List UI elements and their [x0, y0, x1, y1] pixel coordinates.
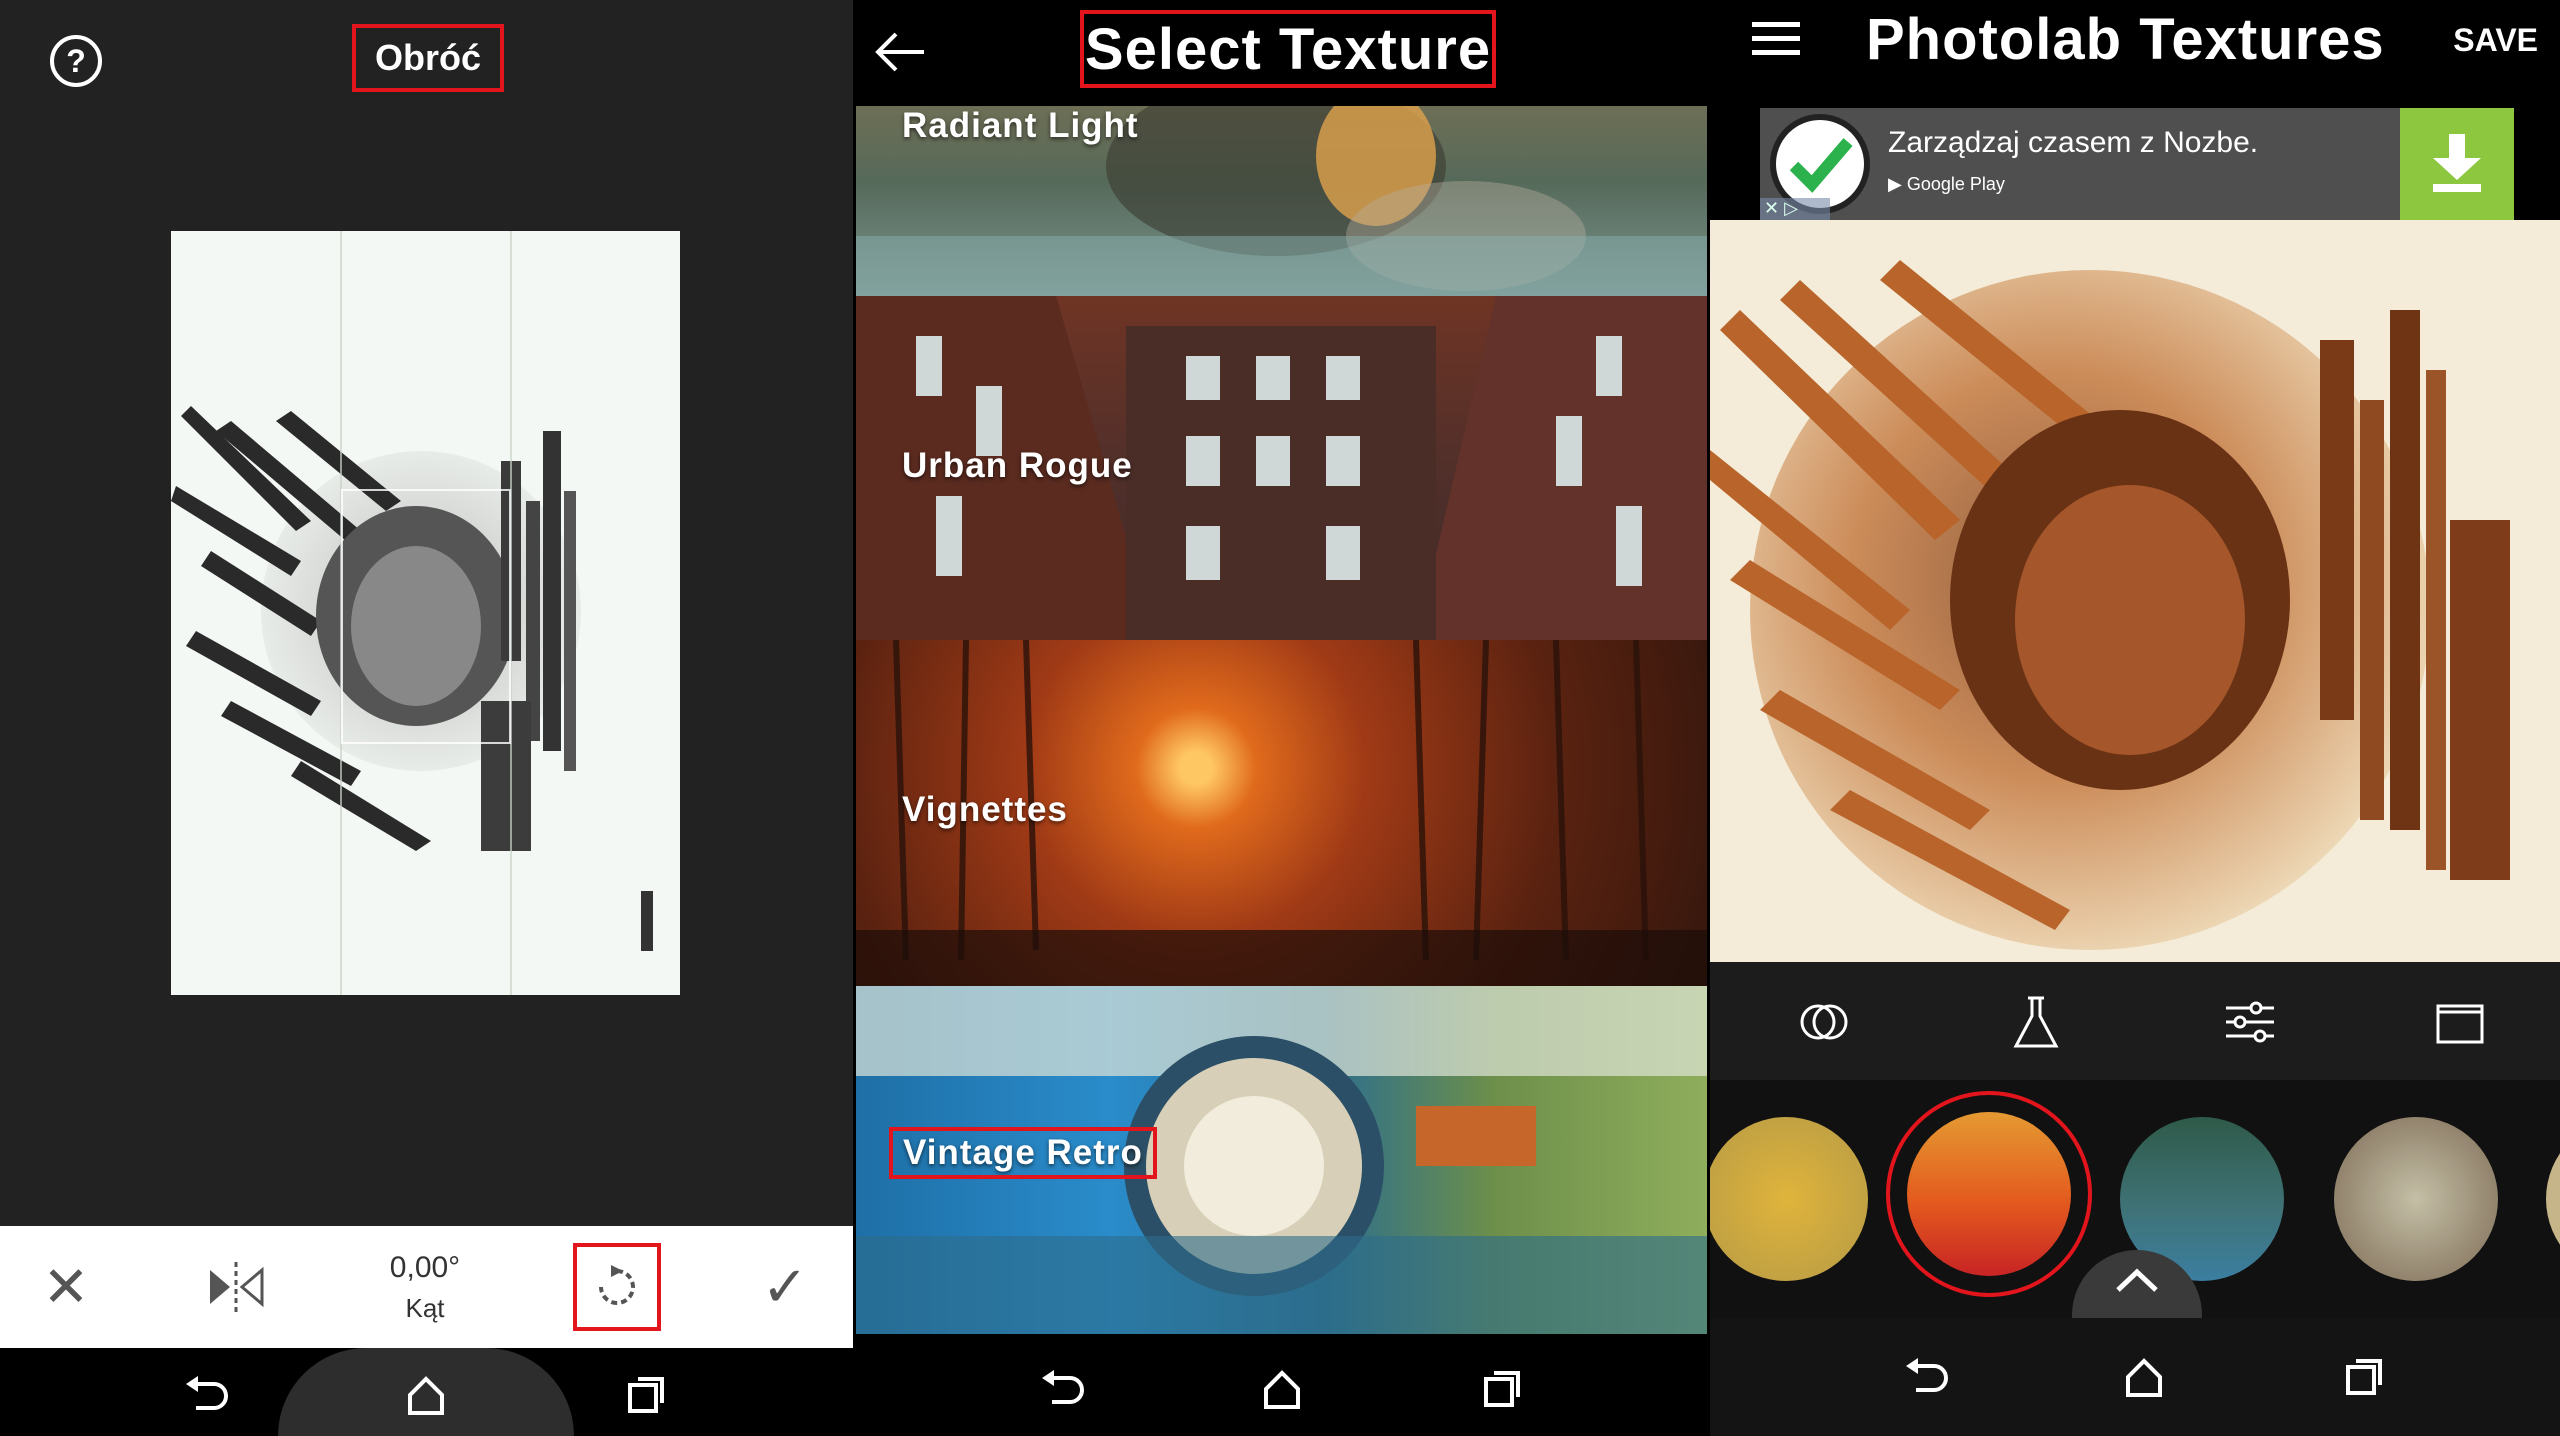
- confirm-icon[interactable]: ✓: [745, 1226, 825, 1348]
- swatch-selected[interactable]: [1907, 1112, 2071, 1276]
- texture-label: Vintage Retro: [889, 1127, 1157, 1179]
- crop-frame[interactable]: [341, 489, 511, 744]
- expand-tab[interactable]: [2072, 1250, 2202, 1318]
- swatch[interactable]: [1710, 1117, 1868, 1281]
- photolab-panel: Photolab Textures SAVE Zarządzaj czasem …: [1710, 0, 2560, 1436]
- frame-icon[interactable]: [2430, 992, 2490, 1052]
- ad-banner[interactable]: Zarządzaj czasem z Nozbe. ▶ Google Play …: [1760, 108, 2514, 220]
- texture-tile[interactable]: Vignettes: [856, 640, 1707, 986]
- rotate-icon[interactable]: [573, 1243, 661, 1331]
- blend-icon[interactable]: [1794, 992, 1854, 1052]
- flip-horizontal-icon[interactable]: [200, 1226, 272, 1348]
- rotate-panel: ? Obróć ✕ 0,00° Kąt ✓: [0, 0, 853, 1436]
- texture-label: Urban Rogue: [902, 446, 1133, 485]
- cancel-icon[interactable]: ✕: [30, 1226, 102, 1348]
- angle-readout: 0,00° Kąt: [360, 1226, 490, 1348]
- ad-close-icon[interactable]: ✕ ▷: [1760, 198, 1830, 220]
- texture-tile[interactable]: Vintage Retro: [856, 986, 1707, 1334]
- chevron-up-icon: [2116, 1268, 2158, 1292]
- flask-icon[interactable]: [2006, 992, 2066, 1052]
- back-icon[interactable]: [176, 1370, 236, 1420]
- rotate-toolbar: ✕ 0,00° Kąt ✓: [0, 1226, 853, 1348]
- menu-icon[interactable]: [1752, 22, 1800, 62]
- back-icon[interactable]: [1032, 1364, 1092, 1414]
- home-icon[interactable]: [2116, 1352, 2172, 1402]
- swatch[interactable]: [2334, 1117, 2498, 1281]
- texture-tile[interactable]: Radiant Light: [856, 106, 1707, 296]
- back-icon[interactable]: [1896, 1352, 1956, 1402]
- home-icon[interactable]: [398, 1370, 454, 1420]
- app-bar: Photolab Textures SAVE: [1710, 0, 2560, 106]
- app-title: Photolab Textures: [1866, 7, 2385, 72]
- recents-icon[interactable]: [618, 1370, 674, 1420]
- page-title: Obróć: [352, 24, 504, 92]
- save-button[interactable]: SAVE: [2453, 22, 2538, 59]
- select-texture-panel: Radiant Light Urban Rogue Vignettes Vint…: [856, 0, 1707, 1436]
- download-icon[interactable]: [2400, 108, 2514, 220]
- store-name: Google Play: [1906, 174, 2005, 194]
- page-title: Select Texture: [1080, 10, 1496, 88]
- back-arrow-icon[interactable]: [870, 22, 930, 82]
- ad-text: Zarządzaj czasem z Nozbe.: [1888, 126, 2259, 159]
- sliders-icon[interactable]: [2220, 992, 2280, 1052]
- angle-label: Kąt: [405, 1292, 445, 1323]
- texture-label: Radiant Light: [902, 106, 1139, 145]
- swatch[interactable]: [2546, 1117, 2560, 1281]
- photo-preview[interactable]: [1710, 220, 2560, 962]
- recents-icon[interactable]: [2336, 1352, 2392, 1402]
- texture-swatches: [1710, 1080, 2560, 1318]
- angle-value: 0,00°: [389, 1250, 461, 1284]
- app-bar: Select Texture: [856, 0, 1707, 106]
- texture-tile[interactable]: Urban Rogue: [856, 296, 1707, 640]
- help-icon[interactable]: ?: [50, 35, 102, 87]
- google-play-label: ▶ Google Play: [1888, 174, 2005, 194]
- portrait-artwork: [1710, 260, 2510, 950]
- texture-label: Vignettes: [902, 790, 1068, 829]
- tool-bar: [1710, 962, 2560, 1080]
- home-icon[interactable]: [1254, 1364, 1310, 1414]
- recents-icon[interactable]: [1474, 1364, 1530, 1414]
- image-preview[interactable]: [171, 231, 680, 995]
